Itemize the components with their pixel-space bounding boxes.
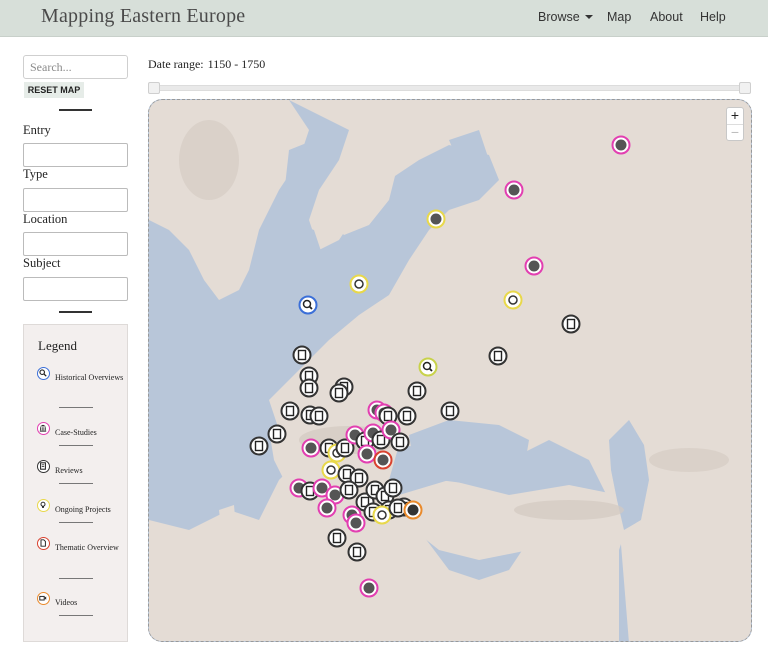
chevron-down-icon <box>584 15 593 19</box>
review-marker[interactable] <box>280 401 300 426</box>
legend-separator <box>59 483 93 484</box>
ongoing-project-marker[interactable] <box>503 290 523 315</box>
thematic-overview-marker[interactable] <box>403 500 423 525</box>
legend-title: Legend <box>38 338 77 353</box>
slider-handle-start[interactable] <box>148 82 160 94</box>
legend-label: Thematic Overview <box>55 543 119 552</box>
divider <box>59 109 92 111</box>
review-marker[interactable] <box>488 346 508 371</box>
review-marker[interactable] <box>267 424 287 449</box>
location-label: Location <box>23 212 68 226</box>
zoom-in-button[interactable]: + <box>727 108 743 124</box>
legend-label: Reviews <box>55 466 83 475</box>
nav-about[interactable]: About <box>650 10 683 24</box>
thematic-overview-marker[interactable] <box>373 450 393 475</box>
lightbulb-icon <box>37 499 50 512</box>
legend-label: Historical Overviews <box>55 373 124 382</box>
review-marker[interactable] <box>347 542 367 567</box>
case-study-marker[interactable] <box>359 578 379 603</box>
search-input[interactable] <box>23 55 128 79</box>
building-icon <box>37 422 50 435</box>
review-marker[interactable] <box>327 528 347 553</box>
entry-field[interactable] <box>23 143 128 167</box>
case-study-marker[interactable] <box>301 438 321 463</box>
review-marker[interactable] <box>249 436 269 461</box>
subject-label: Subject <box>23 256 61 270</box>
zoom-control: + − <box>726 107 744 141</box>
slider-track[interactable] <box>152 85 748 91</box>
legend-separator <box>59 522 93 523</box>
review-marker[interactable] <box>390 432 410 457</box>
date-range-value: 1150 - 1750 <box>207 57 266 71</box>
nav-browse-label: Browse <box>538 10 580 24</box>
location-field[interactable] <box>23 232 128 256</box>
legend-separator <box>59 445 93 446</box>
top-navbar: Mapping Eastern Europe Browse Map About … <box>0 0 768 37</box>
legend-panel: Legend Historical Overviews Case-Studies… <box>23 324 128 642</box>
legend-label: Ongoing Projects <box>55 505 111 514</box>
case-study-marker[interactable] <box>524 256 544 281</box>
legend-label: Videos <box>55 598 78 607</box>
entry-label: Entry <box>23 123 51 137</box>
legend-label: Case-Studies <box>55 428 97 437</box>
nav-help[interactable]: Help <box>700 10 726 24</box>
legend-separator <box>59 407 93 408</box>
legend-separator <box>59 578 93 579</box>
review-marker[interactable] <box>407 381 427 406</box>
date-range: Date range: 1150 - 1750 <box>148 57 265 72</box>
video-icon <box>37 592 50 605</box>
review-marker[interactable] <box>309 406 329 431</box>
subject-field[interactable] <box>23 277 128 301</box>
date-range-label: Date range: <box>148 57 204 71</box>
date-range-slider[interactable] <box>148 82 752 94</box>
case-study-marker[interactable] <box>611 135 631 160</box>
case-study-marker[interactable] <box>504 180 524 205</box>
ongoing-project-marker[interactable] <box>426 209 446 234</box>
review-marker[interactable] <box>440 401 460 426</box>
review-marker[interactable] <box>561 314 581 339</box>
map-canvas[interactable]: + − <box>148 99 752 642</box>
book-icon <box>37 460 50 473</box>
magnifier-icon <box>37 367 50 380</box>
type-field[interactable] <box>23 188 128 212</box>
slider-handle-end[interactable] <box>739 82 751 94</box>
nav-browse[interactable]: Browse <box>538 10 593 24</box>
ongoing-project-marker[interactable] <box>349 274 369 299</box>
case-study-marker[interactable] <box>317 498 337 523</box>
document-icon <box>37 537 50 550</box>
nav-map[interactable]: Map <box>607 10 631 24</box>
review-marker[interactable] <box>329 383 349 408</box>
legend-separator <box>59 615 93 616</box>
map-basemap <box>149 100 751 641</box>
ongoing-project-marker[interactable] <box>418 357 438 382</box>
review-marker[interactable] <box>299 378 319 403</box>
type-label: Type <box>23 167 48 181</box>
zoom-out-button[interactable]: − <box>727 124 743 141</box>
historical-overview-marker[interactable] <box>298 295 318 320</box>
site-title[interactable]: Mapping Eastern Europe <box>41 5 245 28</box>
divider <box>59 311 92 313</box>
case-study-marker[interactable] <box>346 513 366 538</box>
reset-map-button[interactable]: RESET MAP <box>24 82 84 98</box>
